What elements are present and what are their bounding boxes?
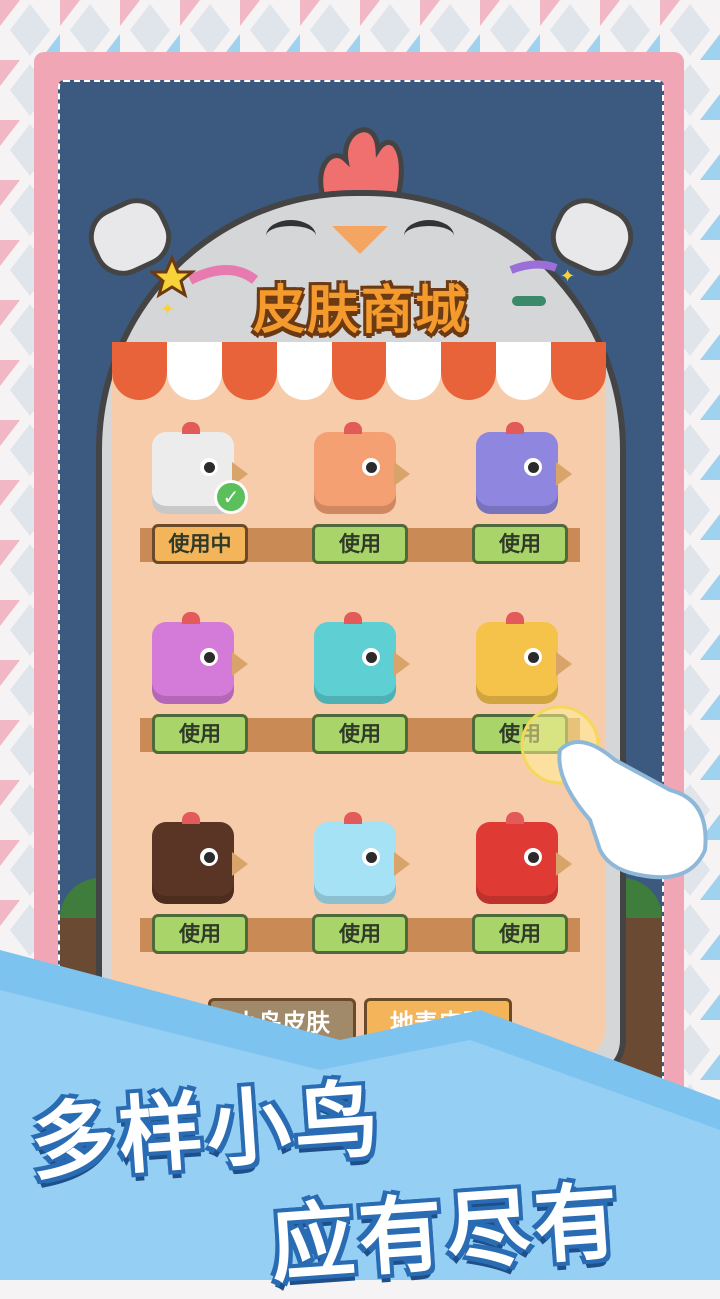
use-button[interactable]: 使用 (152, 914, 248, 954)
use-button[interactable]: 使用 (312, 524, 408, 564)
awning (112, 342, 607, 400)
right-eye (404, 220, 454, 252)
pointing-hand-icon (520, 705, 708, 880)
use-button[interactable]: 使用 (312, 714, 408, 754)
bird-skin-ice[interactable] (314, 812, 410, 904)
bird-skin-chocolate[interactable] (152, 812, 248, 904)
beak-icon (332, 226, 388, 254)
checkmark-icon: ✓ (214, 480, 248, 514)
left-eye (266, 220, 316, 252)
bird-skin-cyan[interactable] (314, 612, 410, 704)
in-use-button[interactable]: 使用中 (152, 524, 248, 564)
shop-title: 皮肤商城 (252, 281, 469, 341)
skin-shop-dialog: ✦ ✦ 皮肤商城 ✓ 使用中 使用 使用 使用 使用 使用 使用 使用 使用 小… (78, 110, 644, 1080)
use-button[interactable]: 使用 (472, 524, 568, 564)
use-button[interactable]: 使用 (312, 914, 408, 954)
bird-skin-cheese[interactable] (476, 612, 572, 704)
use-button[interactable]: 使用 (152, 714, 248, 754)
slogan-line-2: 应有尽有 (267, 1171, 626, 1295)
bird-skin-orange[interactable] (314, 422, 410, 514)
bird-skin-pink[interactable] (152, 612, 248, 704)
use-button[interactable]: 使用 (472, 914, 568, 954)
bird-skin-purple[interactable] (476, 422, 572, 514)
